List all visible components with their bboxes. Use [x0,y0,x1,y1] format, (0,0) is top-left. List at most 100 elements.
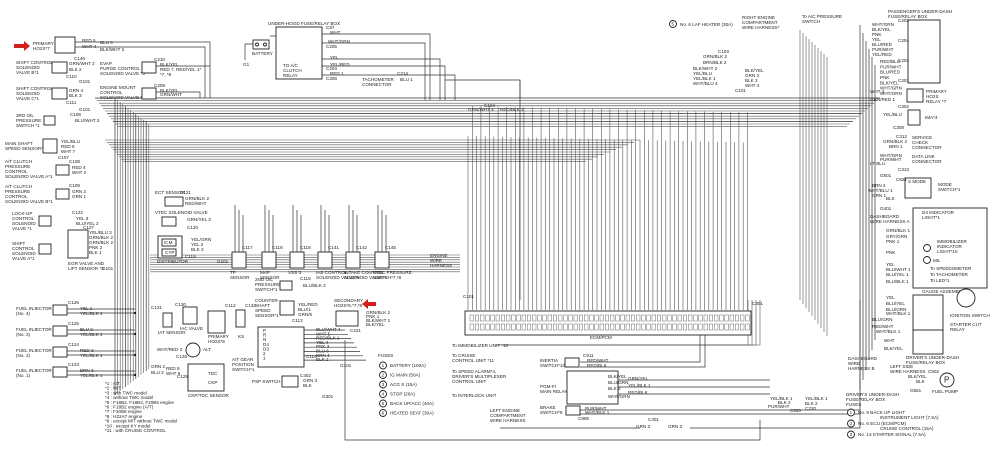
switch-box [279,280,293,291]
injector-box [52,304,68,316]
wire: BLK [303,383,313,388]
fuse-label: BATTERY (100A) [390,363,426,368]
wire: BLU 2 [151,370,164,375]
connector: C205 [326,44,337,49]
engine-mount-valve: ENGINE MOUNT CONTROL SOLENOID VALVE *4 C… [100,83,182,100]
inertia-switch: INERTIA SWITCH*10 C911 RED/WHT RED/BLK [540,353,609,368]
connector: C126 [68,300,79,305]
label: IGNITION SWITCH [950,313,990,318]
evap-purge-valve: EVAP PURGE CONTROL SOLENOID VALVE *3 C21… [100,57,201,77]
connector: C301 [752,301,763,306]
wire: GRN/YEL [628,376,649,381]
main-shaft-speed-sensor: MAIN SHAFT SPEED SENSOR*1 YEL/BLU RED 8 … [5,138,80,160]
fuse-label: No. 6 LAF HEATER (30A) [680,22,733,27]
label: CONNECTOR [912,145,942,150]
sensor-box [164,196,184,207]
injector-box [52,325,68,337]
connector: C109 [69,183,80,188]
connector: C313 [898,167,909,172]
label: (No. 3) [16,332,31,337]
sensor-box [317,251,333,269]
wire: RED/BLK [628,390,649,395]
iac-valve: C130 IAC VALVE [175,302,203,331]
to-label: To INTERLOCK UNIT [452,393,497,398]
wire: LT BLU [870,161,885,166]
wire: YEL [330,55,339,60]
wire: WHT [330,30,341,35]
c103-connector: C103 GRN/BLK 2 BRN/BLK 2 BLK/WHT 2 YEL/B… [693,49,764,93]
connector: C221 [350,328,361,333]
wire: YEL/BLK 1 [80,332,103,337]
valve-box [51,61,68,74]
fuse-number: 6 [382,411,385,416]
fuse-label: ACG S (15A) [390,382,417,387]
sensor-box [42,138,58,154]
label: FUEL PUMP [932,389,958,394]
connector: C131 [151,305,162,310]
connector: C806 [578,416,589,421]
injector-box [52,366,68,378]
fuse-number: 3 [382,382,385,387]
connector: C124 [68,342,79,347]
to-label: CONTROL UNIT [452,379,486,384]
fuse-number: 1 [850,410,853,415]
fuel-pump: P FUEL PUMP [932,372,958,394]
c104-connector: C104 GRN/WHT 4 RED/BLK 1 [468,103,524,112]
connector: C113 [292,318,303,323]
to-label: To IMMOBILIZER UNIT *10 [452,343,509,348]
wire: GRN/WHT 4 [468,107,494,112]
connector: C112 [225,303,236,308]
connector: C201 [898,78,909,83]
ground: G101 [217,259,229,264]
label: SWITCH*1 [255,287,278,292]
wire: WHT 4 [870,89,885,94]
connector: C204 [898,38,909,43]
sensor-box [187,363,225,392]
label: RELAY *7 [926,99,947,104]
wire: RED/BLU [880,59,900,64]
label: LIFT SENSOR *3 [68,266,104,271]
wire: BRN 1 [889,144,903,149]
label: VALVE B*1 [16,70,39,75]
wire: WHT 7 [61,149,76,154]
wire: RED/BLK [587,363,608,368]
label: HARNESS B [848,366,875,371]
wire: RED 5 [82,38,96,43]
ignition-switch-icon[interactable] [956,288,976,308]
label: LIGHT*10 [937,249,958,254]
wire: GRN/YEL 3 [187,217,211,222]
connector: C101 [463,294,474,299]
connector: C502 [928,369,939,374]
wire: BLK 2 [69,67,82,72]
wire: PNK [880,75,890,80]
wire: GRN 2 [151,364,165,369]
connector: C108 [70,112,81,117]
wire: BLK 3 [69,93,82,98]
fuse-label: CRUISE CONTROL (15A) [880,426,934,431]
label: To LED*1 [930,278,950,283]
injector-box [52,346,68,358]
bulb-icon [923,244,931,252]
label: SWITCH [802,19,820,24]
wire: BLK/WHT 2 [100,47,125,52]
wire: WHT 2 [72,170,87,175]
label: SWITCH*1 [232,367,255,372]
data-link-connector: DATA LINK CONNECTOR WHT/GRN PUR/WHT LT B… [870,153,942,178]
connector: C108 [69,159,80,164]
label: SOLENOID VALVE *3 [100,71,145,76]
ecm-pcm: ECM/PCM C101 C301 [463,294,763,340]
label: ALT [203,347,211,352]
valve-box [55,164,70,176]
label: HO2S*7 [33,46,50,51]
to-connections: To IMMOBILIZER UNIT *10 To CRUISE CONTRO… [452,343,509,398]
connector: C132 [245,303,256,308]
wire: WHT 9 [166,371,181,376]
label: RELAY [950,327,965,332]
knock-sensor: C132 KS [235,303,256,339]
alternator-icon [185,342,201,358]
sensor-box [289,251,305,269]
note: *7, *8 [160,72,172,77]
ground: G101 [102,266,114,271]
connector: C220 [805,406,816,411]
splice-dot [133,353,137,357]
